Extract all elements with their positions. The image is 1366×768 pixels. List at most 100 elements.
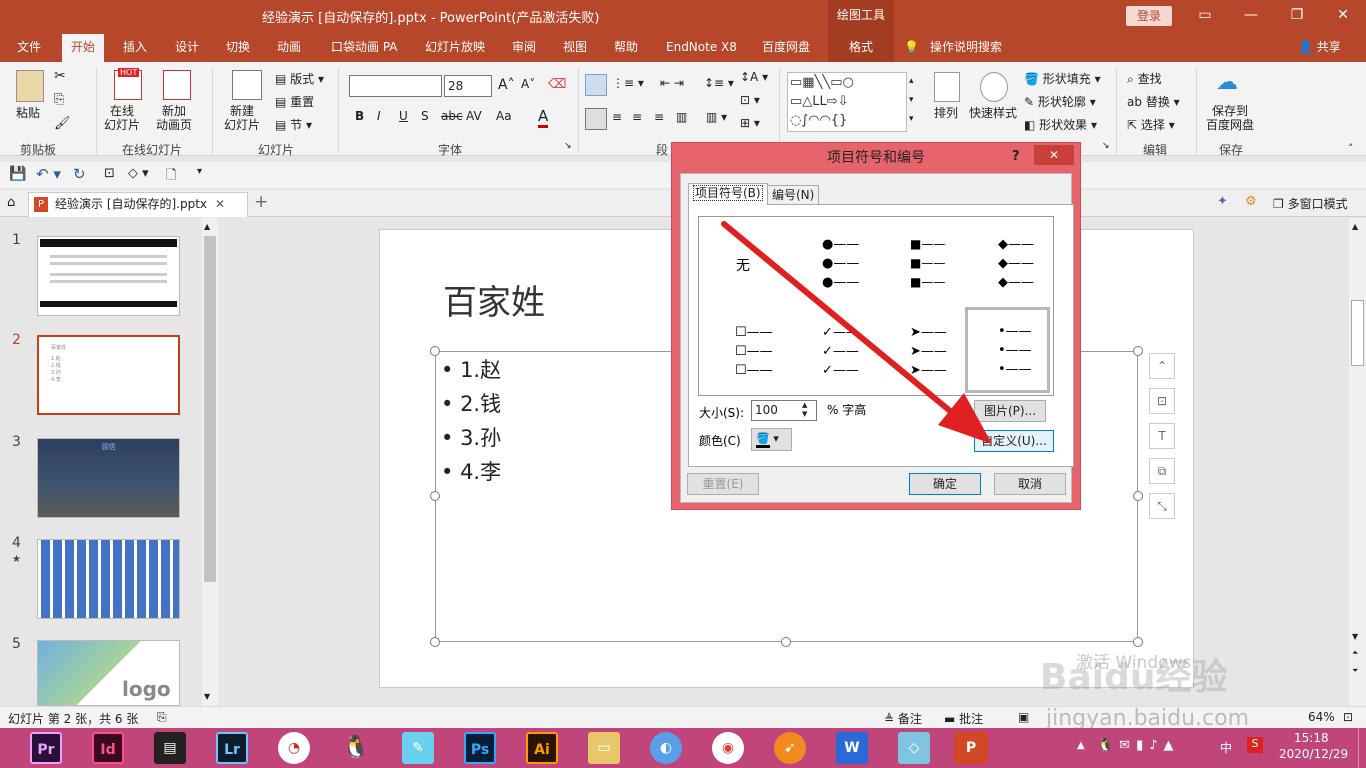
scroll-up-icon[interactable]: ▲: [1352, 222, 1358, 231]
illustrator-icon[interactable]: Ai: [526, 732, 558, 764]
justify-icon[interactable]: ≡: [654, 110, 664, 124]
tab-file[interactable]: 文件: [17, 32, 41, 62]
indesign-icon[interactable]: Id: [92, 732, 124, 764]
cut-icon[interactable]: ✂: [54, 68, 66, 84]
italic-button[interactable]: I: [377, 109, 381, 123]
position-icon[interactable]: ⊡: [1149, 388, 1175, 414]
tab-design[interactable]: 设计: [175, 32, 199, 62]
redo-icon[interactable]: ↻: [73, 165, 86, 183]
select-button[interactable]: ⇱ 选择 ▾: [1127, 116, 1175, 133]
new-tab-icon[interactable]: +: [254, 192, 268, 212]
bold-button[interactable]: B: [355, 109, 364, 123]
cancel-button[interactable]: 取消: [994, 473, 1066, 495]
tab-help[interactable]: 帮助: [614, 32, 638, 62]
color-picker[interactable]: 🪣 ▾: [751, 428, 792, 451]
spellcheck-icon[interactable]: ⎘: [157, 710, 167, 725]
shadow-button[interactable]: S: [421, 109, 429, 123]
tab-slideshow[interactable]: 幻灯片放映: [425, 32, 485, 62]
arrange-side-icon[interactable]: ⧉: [1149, 458, 1175, 484]
arrange-button[interactable]: 排列: [934, 104, 958, 121]
scroll-thumb[interactable]: [1351, 300, 1364, 366]
quick-styles-icon[interactable]: [980, 72, 1008, 102]
scroll-down-icon[interactable]: ▼: [1352, 632, 1358, 641]
resize-handle[interactable]: [1133, 491, 1143, 501]
align-center-icon[interactable]: ≡: [612, 110, 622, 124]
save-icon[interactable]: 💾: [9, 166, 26, 182]
resize-handle[interactable]: [781, 637, 791, 647]
paste-button[interactable]: 粘贴: [16, 104, 40, 121]
login-button[interactable]: 登录: [1126, 6, 1172, 26]
tab-animations[interactable]: 动画: [277, 32, 301, 62]
slide-title[interactable]: 百家姓: [443, 275, 545, 324]
close-button[interactable]: ✕: [1320, 0, 1366, 32]
notes-button[interactable]: ≜ 备注: [884, 710, 922, 727]
tab-home[interactable]: 开始: [62, 34, 105, 62]
bullet-item[interactable]: • 1.赵: [441, 354, 501, 384]
tab-review[interactable]: 审阅: [512, 32, 536, 62]
browser-icon[interactable]: ◐: [650, 732, 682, 764]
shape-fill-button[interactable]: 🪣 形状填充 ▾: [1024, 70, 1101, 87]
quick-styles-button[interactable]: 快速样式: [969, 104, 1017, 121]
bullet-option-hollow-square[interactable]: ☐—— ☐—— ☐——: [701, 309, 786, 391]
smartart-icon[interactable]: ⊞ ▾: [740, 116, 760, 130]
align-left-icon[interactable]: [585, 108, 607, 130]
expand-icon[interactable]: ⤡: [1149, 493, 1175, 519]
share-button[interactable]: 👤 共享: [1298, 32, 1341, 62]
layout-button[interactable]: ▤ 版式 ▾: [275, 70, 324, 87]
format-painter-icon[interactable]: 🖌: [54, 116, 71, 131]
home-icon[interactable]: ⌂: [7, 195, 15, 210]
font-size-dropdown[interactable]: 28: [444, 75, 492, 97]
spacing-button[interactable]: AV: [466, 109, 482, 123]
bullet-option-filled-square[interactable]: ■—— ■—— ■——: [877, 219, 962, 301]
tab-numbering[interactable]: 编号(N): [767, 185, 820, 205]
size-spinner-icon[interactable]: ▲ ▼: [802, 401, 807, 419]
collapse-ribbon-icon[interactable]: ˄: [1348, 142, 1354, 155]
lightroom-icon[interactable]: Lr: [216, 732, 248, 764]
font-name-dropdown[interactable]: [349, 75, 442, 97]
resize-handle[interactable]: [430, 637, 440, 647]
fit-slide-icon[interactable]: ⊡: [1343, 710, 1353, 724]
text-icon[interactable]: T: [1149, 423, 1175, 449]
distribute-icon[interactable]: ▥: [676, 110, 687, 124]
slide-thumbnail-4[interactable]: [37, 539, 180, 619]
powerpoint-icon[interactable]: P: [954, 732, 988, 764]
chat-app-icon[interactable]: ✎: [402, 732, 434, 764]
tell-me-search[interactable]: 操作说明搜索: [930, 32, 1002, 62]
scroll-thumb[interactable]: [204, 236, 216, 582]
app-icon[interactable]: ◇: [898, 732, 930, 764]
tab-pocket-animation[interactable]: 口袋动画 PA: [331, 32, 398, 62]
numbering-icon[interactable]: ⋮≡ ▾: [612, 76, 644, 90]
slide-thumbnail-2[interactable]: 百家姓 1.赵 2.钱 3.孙 4.李: [37, 335, 180, 415]
change-case-button[interactable]: Aa: [496, 109, 512, 123]
drawing-launcher-icon[interactable]: ↘: [1102, 141, 1110, 151]
tab-view[interactable]: 视图: [563, 32, 587, 62]
prev-slide-icon[interactable]: ⏶: [1352, 648, 1358, 658]
new-slide-icon[interactable]: [232, 70, 262, 100]
undo-icon[interactable]: ↶ ▾: [36, 165, 61, 183]
slide-thumbnail-1[interactable]: [37, 236, 180, 316]
tray-icons[interactable]: 🐧✉▮♪▲: [1097, 738, 1180, 753]
scroll-down-icon[interactable]: ▼: [204, 692, 210, 701]
ime-indicator[interactable]: 中: [1220, 739, 1232, 756]
video-editor-icon[interactable]: ▤: [154, 732, 186, 764]
underline-button[interactable]: U: [399, 109, 408, 123]
tab-endnote[interactable]: EndNote X8: [666, 32, 737, 62]
resize-handle[interactable]: [1133, 346, 1143, 356]
minimize-button[interactable]: —: [1228, 0, 1274, 32]
clear-format-icon[interactable]: ⌫: [548, 77, 566, 92]
file-explorer-icon[interactable]: ▭: [588, 732, 620, 764]
paste-icon[interactable]: [16, 70, 44, 102]
bullet-item[interactable]: • 2.钱: [441, 388, 501, 418]
replace-button[interactable]: ab 替换 ▾: [1127, 93, 1180, 110]
new-slide-button[interactable]: 新建 幻灯片: [224, 104, 260, 132]
customize-qat-icon[interactable]: ▾: [197, 166, 202, 177]
find-button[interactable]: ⌕ 查找: [1127, 70, 1162, 87]
slide-thumbnail-5[interactable]: logo: [37, 640, 180, 706]
help-button[interactable]: ?: [1012, 149, 1020, 164]
save-baidu-button[interactable]: 保存到 百度网盘: [1206, 104, 1254, 132]
arrange-icon[interactable]: [934, 72, 960, 102]
copy-icon[interactable]: ⎘: [54, 92, 64, 107]
ok-button[interactable]: 确定: [909, 473, 981, 495]
bullet-option-small-dot-selected[interactable]: •—— •—— •——: [965, 307, 1050, 393]
plugin-icon[interactable]: ✦: [1217, 194, 1228, 209]
